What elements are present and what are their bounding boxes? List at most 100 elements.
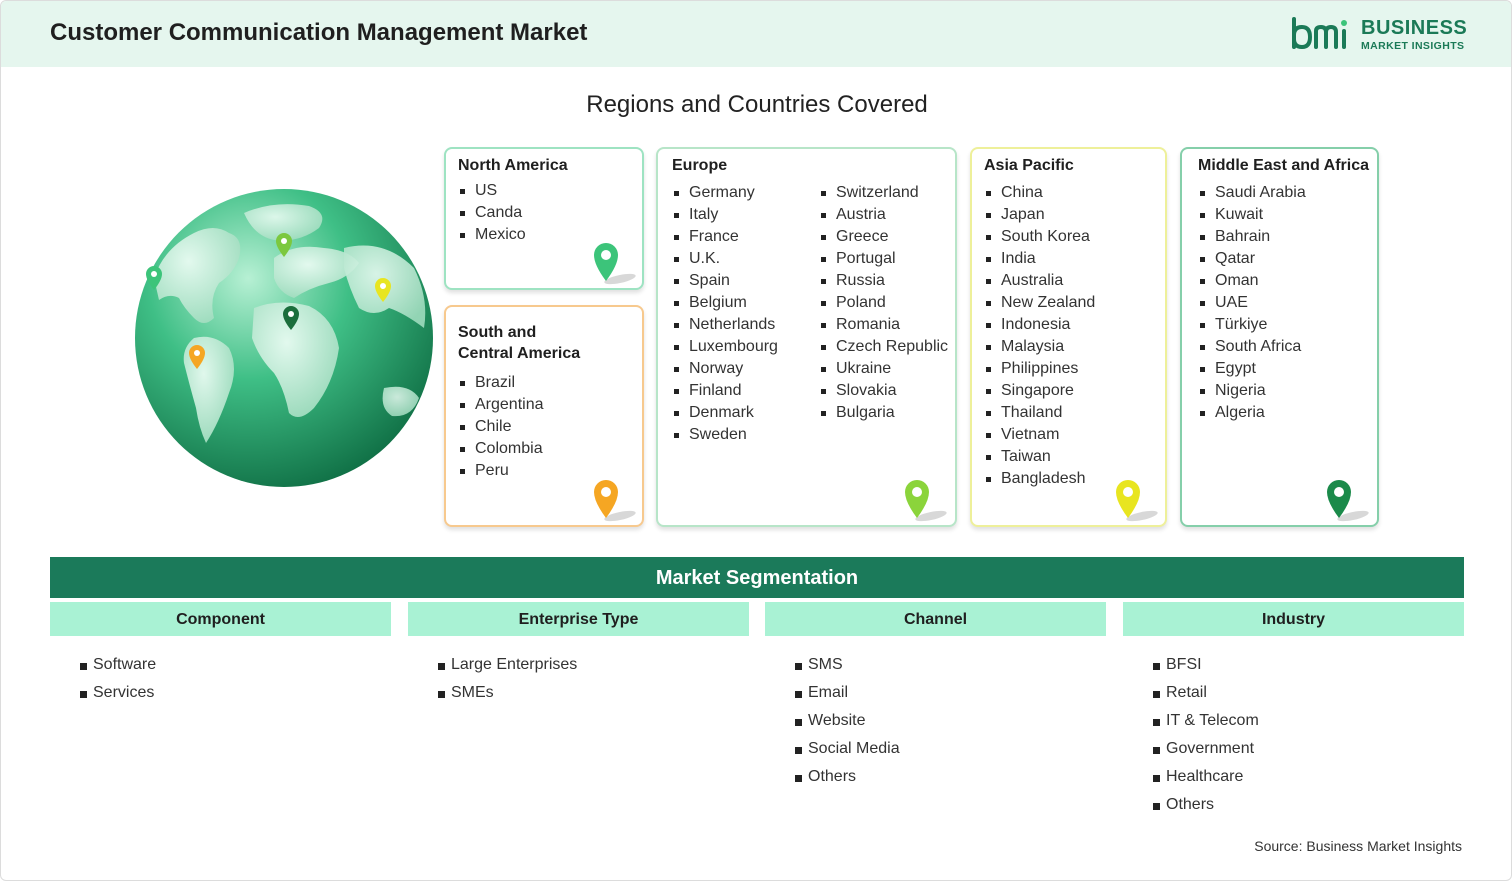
- region-card-europe: Europe Germany Italy France U.K. Spain B…: [656, 147, 957, 527]
- list-item: Website: [795, 708, 900, 736]
- list-item: Others: [795, 764, 900, 792]
- segment-list-component: Software Services: [80, 652, 156, 708]
- list-item: Kuwait: [1198, 204, 1306, 226]
- location-pin-icon: [1116, 480, 1158, 522]
- list-item: SMEs: [438, 680, 577, 708]
- list-item: Philippines: [984, 358, 1095, 380]
- list-item: Retail: [1153, 680, 1259, 708]
- list-item: Chile: [458, 416, 544, 438]
- region-title: South and Central America: [458, 322, 580, 364]
- region-title: Europe: [672, 157, 728, 174]
- logo-text-business: BUSINESS: [1361, 17, 1468, 39]
- list-item: Netherlands: [672, 314, 778, 336]
- list-item: India: [984, 248, 1095, 270]
- list-item: Czech Republic: [819, 336, 948, 358]
- list-item: UAE: [1198, 292, 1306, 314]
- list-item: Bahrain: [1198, 226, 1306, 248]
- regions-title: Regions and Countries Covered: [586, 91, 928, 118]
- globe-illustration: [135, 189, 433, 487]
- segment-header-industry: Industry: [1123, 602, 1464, 636]
- region-title-line2: Central America: [458, 345, 581, 362]
- region-title-line1: South and: [458, 324, 537, 341]
- bmi-logo-icon: [1292, 17, 1347, 50]
- list-item: Services: [80, 680, 156, 708]
- list-item: Poland: [819, 292, 948, 314]
- list-item: Oman: [1198, 270, 1306, 292]
- country-list-col1: Germany Italy France U.K. Spain Belgium …: [672, 182, 778, 446]
- list-item: Indonesia: [984, 314, 1095, 336]
- company-logo: BUSINESS MARKET INSIGHTS: [1291, 15, 1471, 55]
- list-item: Romania: [819, 314, 948, 336]
- country-list-col2: Switzerland Austria Greece Portugal Russ…: [819, 182, 948, 424]
- list-item: Sweden: [672, 424, 778, 446]
- list-item: Healthcare: [1153, 764, 1259, 792]
- list-item: Russia: [819, 270, 948, 292]
- list-item: South Korea: [984, 226, 1095, 248]
- list-item: Thailand: [984, 402, 1095, 424]
- logo-text-market-insights: MARKET INSIGHTS: [1361, 40, 1465, 52]
- list-item: Peru: [458, 460, 544, 482]
- list-item: Algeria: [1198, 402, 1306, 424]
- list-item: U.K.: [672, 248, 778, 270]
- list-item: Italy: [672, 204, 778, 226]
- list-item: Taiwan: [984, 446, 1095, 468]
- list-item: Denmark: [672, 402, 778, 424]
- list-item: Australia: [984, 270, 1095, 292]
- list-item: France: [672, 226, 778, 248]
- list-item: Austria: [819, 204, 948, 226]
- list-item: Mexico: [458, 224, 526, 246]
- page-title: Customer Communication Management Market: [50, 19, 588, 46]
- list-item: Canda: [458, 202, 526, 224]
- list-item: Email: [795, 680, 900, 708]
- location-pin-icon: [594, 480, 636, 522]
- country-list: Brazil Argentina Chile Colombia Peru: [458, 372, 544, 482]
- list-item: South Africa: [1198, 336, 1306, 358]
- list-item: Finland: [672, 380, 778, 402]
- list-item: Switzerland: [819, 182, 948, 204]
- segment-header-component: Component: [50, 602, 391, 636]
- list-item: Slovakia: [819, 380, 948, 402]
- list-item: BFSI: [1153, 652, 1259, 680]
- infographic-frame: Customer Communication Management Market…: [0, 0, 1512, 881]
- list-item: Germany: [672, 182, 778, 204]
- list-item: Belgium: [672, 292, 778, 314]
- list-item: Spain: [672, 270, 778, 292]
- list-item: China: [984, 182, 1095, 204]
- header-bar: Customer Communication Management Market…: [1, 1, 1511, 67]
- list-item: Ukraine: [819, 358, 948, 380]
- region-title: Asia Pacific: [984, 157, 1074, 174]
- location-pin-icon: [905, 480, 947, 522]
- country-list: Saudi Arabia Kuwait Bahrain Qatar Oman U…: [1198, 182, 1306, 424]
- list-item: Nigeria: [1198, 380, 1306, 402]
- segmentation-banner: Market Segmentation: [50, 557, 1464, 598]
- list-item: Bulgaria: [819, 402, 948, 424]
- segment-list-enterprise-type: Large Enterprises SMEs: [438, 652, 577, 708]
- list-item: Singapore: [984, 380, 1095, 402]
- list-item: Colombia: [458, 438, 544, 460]
- region-card-asia-pacific: Asia Pacific China Japan South Korea Ind…: [970, 147, 1167, 527]
- list-item: Greece: [819, 226, 948, 248]
- list-item: Others: [1153, 792, 1259, 820]
- region-card-middle-east-africa: Middle East and Africa Saudi Arabia Kuwa…: [1180, 147, 1379, 527]
- region-title: Middle East and Africa: [1198, 157, 1369, 174]
- region-card-south-central-america: South and Central America Brazil Argenti…: [444, 305, 644, 527]
- list-item: Software: [80, 652, 156, 680]
- list-item: Egypt: [1198, 358, 1306, 380]
- region-card-north-america: North America US Canda Mexico: [444, 147, 644, 290]
- list-item: Japan: [984, 204, 1095, 226]
- segment-list-industry: BFSI Retail IT & Telecom Government Heal…: [1153, 652, 1259, 820]
- segment-header-enterprise-type: Enterprise Type: [408, 602, 749, 636]
- list-item: Qatar: [1198, 248, 1306, 270]
- segment-header-channel: Channel: [765, 602, 1106, 636]
- list-item: Türkiye: [1198, 314, 1306, 336]
- list-item: New Zealand: [984, 292, 1095, 314]
- list-item: Large Enterprises: [438, 652, 577, 680]
- list-item: IT & Telecom: [1153, 708, 1259, 736]
- list-item: Portugal: [819, 248, 948, 270]
- region-title: North America: [458, 157, 568, 174]
- list-item: Government: [1153, 736, 1259, 764]
- list-item: Argentina: [458, 394, 544, 416]
- list-item: Norway: [672, 358, 778, 380]
- list-item: Vietnam: [984, 424, 1095, 446]
- list-item: US: [458, 180, 526, 202]
